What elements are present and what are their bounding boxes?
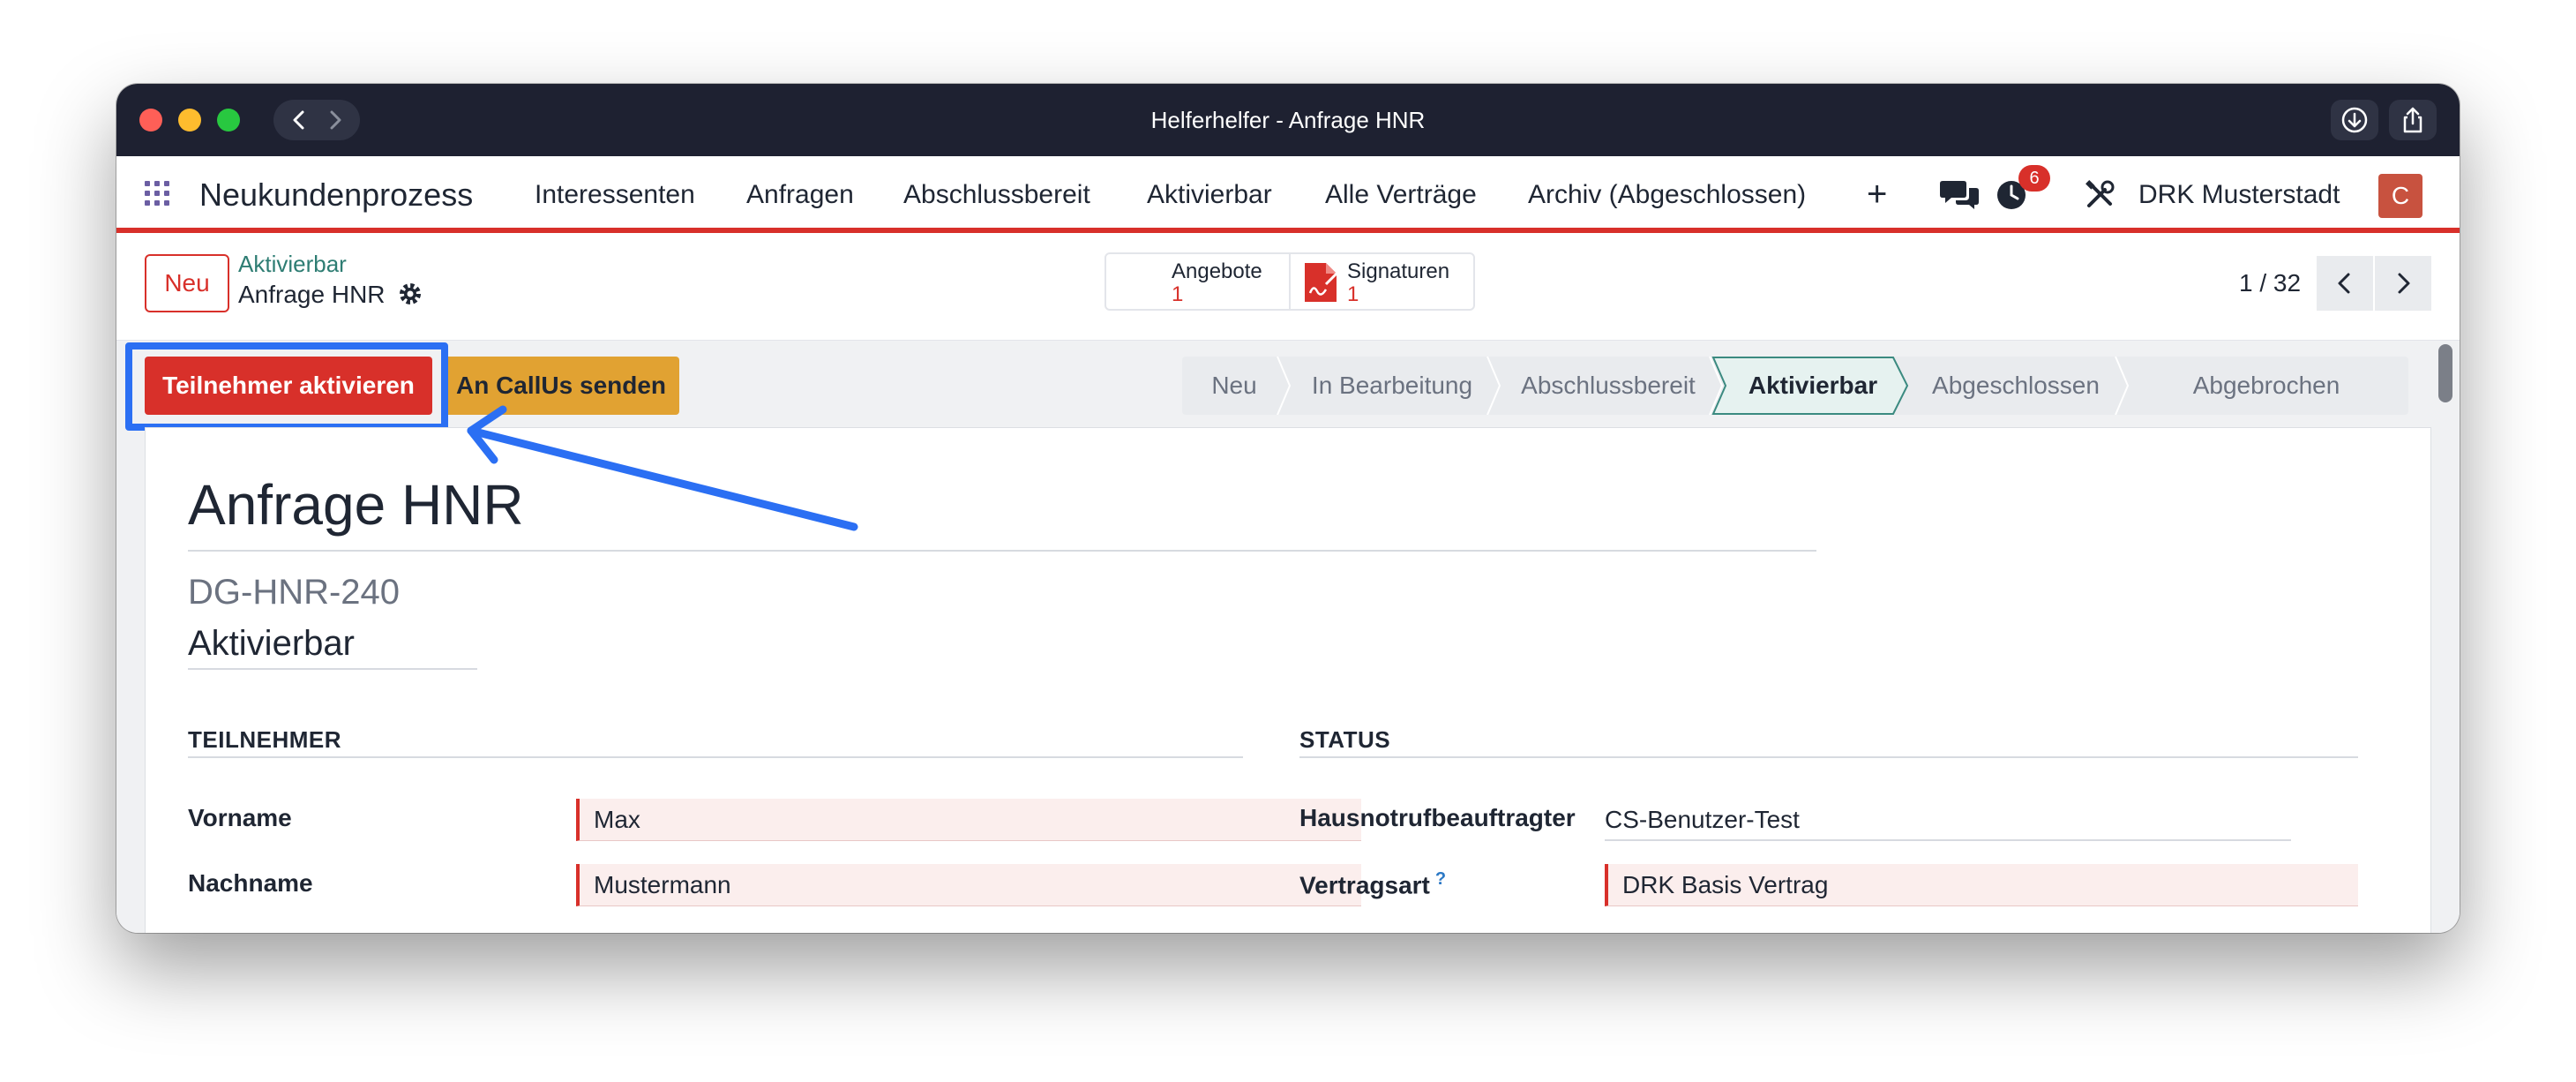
new-record-button[interactable]: Neu — [145, 254, 229, 312]
smart-buttons: Angebote 1 Signaturen 1 — [1105, 252, 1475, 311]
signatures-count: 1 — [1347, 282, 1359, 306]
scrollbar-thumb[interactable] — [2438, 344, 2452, 402]
share-button[interactable] — [2389, 100, 2437, 140]
section-title-status: STATUS — [1299, 726, 1391, 753]
pager-next-button[interactable] — [2375, 256, 2431, 311]
menu-item-abschlussbereit[interactable]: Abschlussbereit — [903, 156, 1090, 233]
annotation-highlight-box — [125, 342, 448, 431]
last-name-label: Nachname — [188, 869, 313, 897]
menu-item-archiv[interactable]: Archiv (Abgeschlossen) — [1528, 156, 1806, 233]
menu-item-interessenten[interactable]: Interessenten — [535, 156, 695, 233]
signatures-smart-button[interactable]: Signaturen 1 — [1289, 254, 1473, 309]
record-title[interactable]: Anfrage HNR — [188, 472, 524, 537]
record-stage-field[interactable]: Aktivierbar — [188, 624, 355, 664]
company-switcher[interactable]: DRK Musterstadt — [2138, 156, 2340, 233]
first-name-input[interactable]: Max — [576, 799, 1361, 841]
offers-count: 1 — [1172, 282, 1184, 306]
share-icon — [2403, 107, 2422, 133]
breadcrumb-parent[interactable]: Aktivierbar — [238, 251, 347, 278]
stage-in-bearbeitung[interactable]: In Bearbeitung — [1286, 357, 1498, 415]
pager-value: 1 / 32 — [2239, 269, 2302, 297]
signatures-label: Signaturen — [1347, 259, 1450, 283]
form-content: Teilnehmer aktivieren An CallUs senden N… — [116, 341, 2460, 933]
contract-type-label: Vertragsart? — [1299, 869, 1447, 899]
offers-smart-button[interactable]: Angebote 1 — [1106, 254, 1289, 309]
stage-pipeline: Neu In Bearbeitung Abschlussbereit Aktiv… — [1182, 357, 2408, 415]
form-sheet: Anfrage HNR DG-HNR-240 Aktivierbar TEILN… — [145, 427, 2431, 933]
pdf-signature-icon — [1305, 263, 1340, 302]
section-title-participant: TEILNEHMER — [188, 726, 341, 753]
title-bar: Helferhelfer - Anfrage HNR — [116, 84, 2460, 156]
pager-previous-button[interactable] — [2317, 256, 2373, 311]
chat-icon[interactable] — [1939, 177, 1980, 213]
download-button[interactable] — [2331, 100, 2378, 140]
chevron-left-icon — [2338, 273, 2350, 294]
offers-label: Angebote — [1172, 259, 1262, 283]
download-icon — [2341, 107, 2368, 133]
app-menu-icon[interactable] — [145, 181, 169, 206]
menu-item-aktivierbar[interactable]: Aktivierbar — [1147, 156, 1272, 233]
record-reference: DG-HNR-240 — [188, 573, 401, 612]
app-brand[interactable]: Neukundenprozess — [199, 156, 473, 233]
stage-neu[interactable]: Neu — [1182, 357, 1286, 415]
chevron-right-icon — [2398, 273, 2410, 294]
add-menu-button[interactable]: + — [1867, 156, 1887, 233]
user-avatar[interactable]: C — [2378, 174, 2422, 218]
menu-item-anfragen[interactable]: Anfragen — [746, 156, 854, 233]
stage-aktivierbar-active[interactable]: Aktivierbar — [1719, 357, 1907, 415]
gear-icon[interactable] — [397, 281, 423, 307]
main-navbar: Neukundenprozess Interessenten Anfragen … — [116, 156, 2460, 233]
activity-count-badge: 6 — [2018, 165, 2050, 192]
stage-abgeschlossen[interactable]: Abgeschlossen — [1907, 357, 2124, 415]
tools-icon[interactable] — [2082, 177, 2117, 213]
stage-abschlussbereit[interactable]: Abschlussbereit — [1498, 357, 1719, 415]
responsible-field[interactable]: CS-Benutzer-Test — [1605, 799, 2291, 841]
contract-type-input[interactable]: DRK Basis Vertrag — [1605, 864, 2358, 906]
window-title: Helferhelfer - Anfrage HNR — [1150, 107, 1426, 133]
browser-window: Helferhelfer - Anfrage HNR Neukundenproz… — [116, 84, 2460, 933]
stage-abgebrochen[interactable]: Abgebrochen — [2124, 357, 2408, 415]
first-name-label: Vorname — [188, 804, 292, 831]
send-to-callus-button[interactable]: An CallUs senden — [443, 357, 679, 415]
last-name-input[interactable]: Mustermann — [576, 864, 1361, 906]
help-tooltip-icon[interactable]: ? — [1435, 869, 1446, 889]
responsible-label: Hausnotrufbeauftragter — [1299, 804, 1576, 831]
control-panel: Neu Aktivierbar Anfrage HNR Angebote 1 S… — [116, 238, 2460, 341]
breadcrumb-current: Anfrage HNR — [238, 281, 386, 308]
menu-item-alle-vertraege[interactable]: Alle Verträge — [1325, 156, 1477, 233]
